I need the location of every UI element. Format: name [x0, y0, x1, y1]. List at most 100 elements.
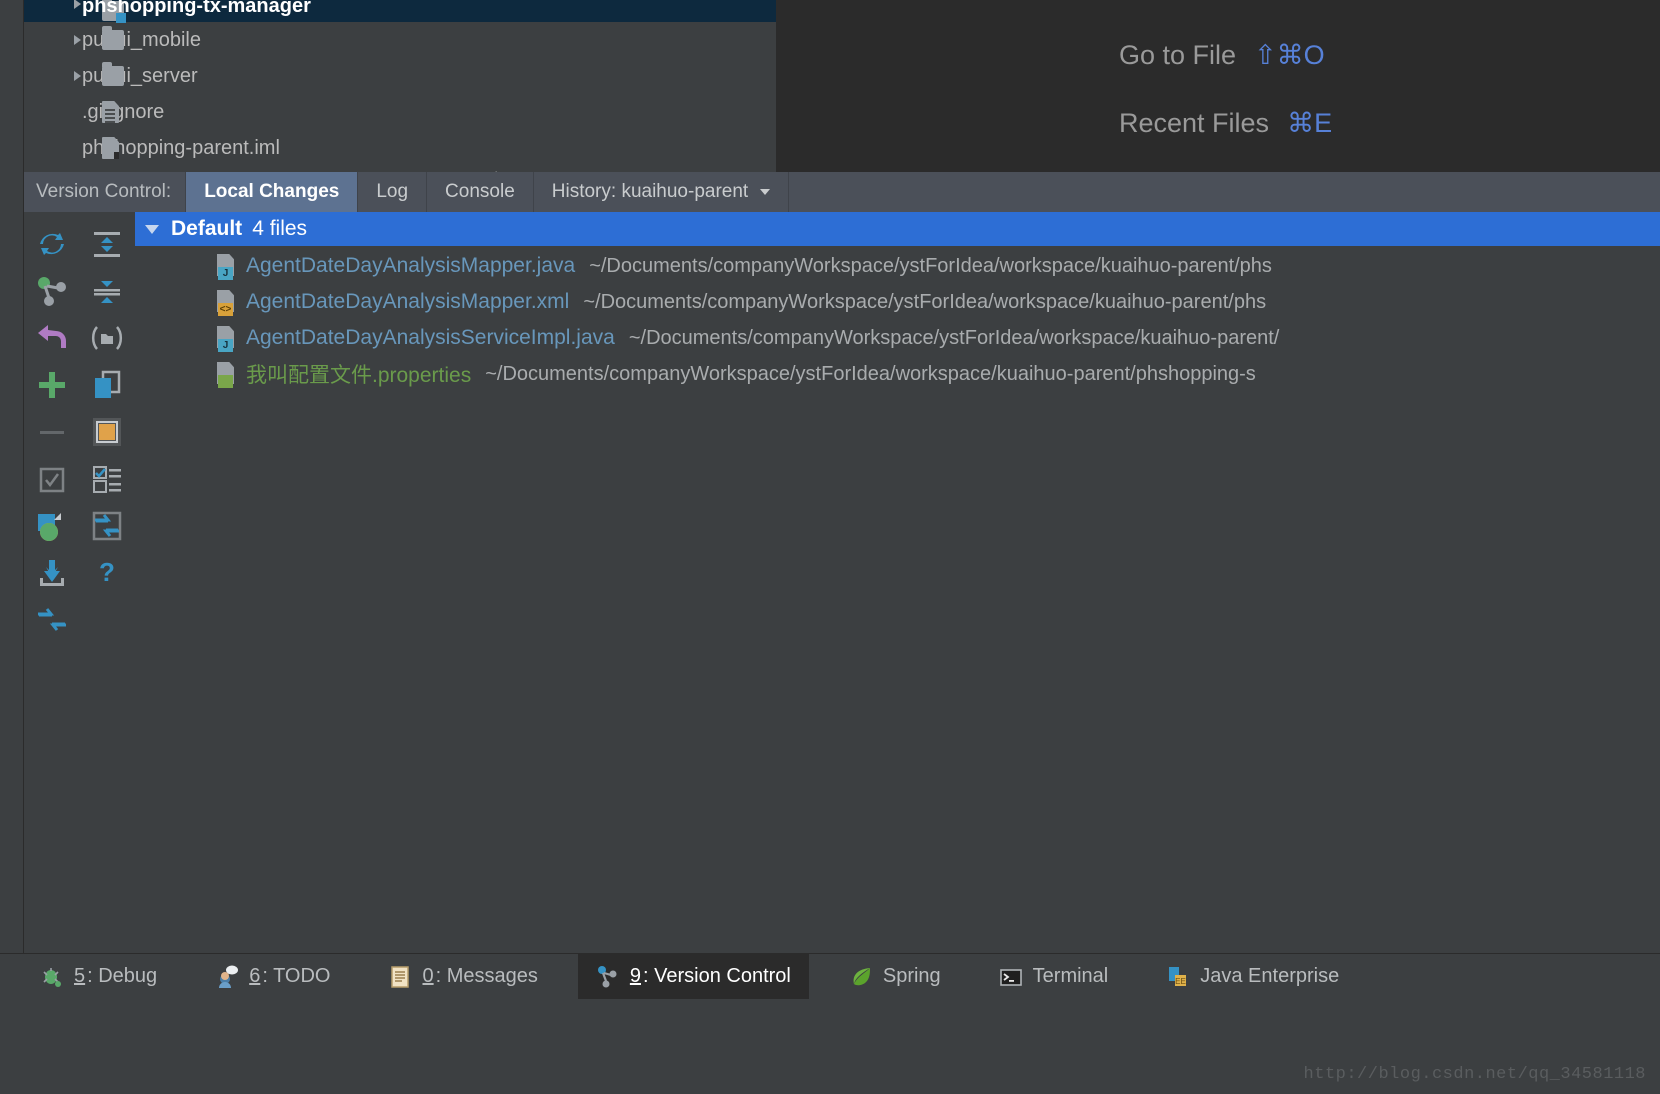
ide-window: phshopping-tx-manager puhui_mobile puhui… [0, 0, 1660, 1094]
group-by-branch-icon[interactable] [35, 274, 69, 308]
left-tool-strip-top [0, 0, 24, 172]
copy-icon[interactable] [90, 368, 124, 402]
edit-changelist-icon[interactable] [90, 462, 124, 496]
tree-item-label: .gitignore [82, 100, 165, 123]
vcs-branch-icon [596, 965, 620, 989]
ignore-files-icon[interactable] [90, 415, 124, 449]
hint-go-to-file: Go to File ⇧⌘O [1119, 40, 1325, 71]
changed-file-path: ~/Documents/companyWorkspace/ystForIdea/… [628, 326, 1280, 349]
java-file-icon: J [217, 326, 238, 352]
file-badge [218, 375, 233, 388]
expand-all-icon[interactable] [90, 227, 124, 261]
left-tool-strip: 2: Favorites ★ [0, 172, 24, 1094]
add-to-vcs-icon[interactable] [35, 368, 69, 402]
changes-list[interactable]: Default 4 files J AgentDateDayAnalysisMa… [135, 212, 1660, 953]
shelve-silently-icon[interactable] [35, 509, 69, 543]
tree-item-phshopping-tx-manager[interactable]: phshopping-tx-manager [24, 0, 776, 23]
move-to-another-changelist-icon[interactable] [90, 509, 124, 543]
debug-bug-icon [40, 965, 64, 989]
spring-leaf-icon [849, 965, 873, 989]
tab-label: History: kuaihuo-parent [551, 181, 749, 202]
tool-window-button-java-enterprise[interactable]: EE Java Enterprise [1148, 954, 1357, 1000]
version-control-body: ? Default 4 files J AgentDateDayAnalysis… [24, 212, 1660, 953]
tab-console[interactable]: Console [426, 172, 533, 212]
version-control-tool-window: Version Control: Local Changes Log Conso… [24, 172, 1660, 953]
refresh-icon[interactable] [35, 227, 69, 261]
changelist-header-default[interactable]: Default 4 files [135, 212, 1660, 246]
tool-window-title: Version Control: [36, 181, 172, 202]
tool-window-button-debug[interactable]: 5 : Debug [22, 954, 175, 1000]
top-region: phshopping-tx-manager puhui_mobile puhui… [0, 0, 1660, 177]
tool-window-index: 9 [629, 965, 641, 987]
tool-window-bar: 5 : Debug 6 : TODO 0: Messages 9: Vers… [0, 953, 1660, 1000]
java-enterprise-icon: EE [1166, 965, 1190, 989]
tree-item-label: puhui_mobile [82, 28, 201, 51]
tab-log[interactable]: Log [357, 172, 426, 212]
changed-file-row[interactable]: 我叫配置文件.properties ~/Documents/companyWor… [135, 356, 1660, 392]
changed-file-name: 我叫配置文件.properties [246, 364, 472, 387]
hint-shortcut: ⌘E [1287, 108, 1333, 138]
footer-area: http://blog.csdn.net/qq_34581118 [0, 999, 1660, 1094]
tool-window-label: : Messages [435, 965, 538, 987]
tab-history[interactable]: History: kuaihuo-parent [532, 172, 788, 212]
hint-label: Go to File [1119, 40, 1237, 70]
chevron-right-icon[interactable] [74, 0, 81, 9]
tool-window-button-version-control[interactable]: 9 : Version Control [577, 953, 809, 1000]
tree-item-puhui-mobile[interactable]: puhui_mobile [24, 22, 776, 58]
iml-file-icon [102, 137, 119, 159]
svg-text:EE: EE [1175, 977, 1186, 986]
tool-window-button-terminal[interactable]: Terminal [981, 954, 1127, 1000]
chevron-down-icon[interactable] [145, 224, 159, 234]
file-badge: <> [218, 303, 233, 316]
hint-recent-files: Recent Files ⌘E [1119, 108, 1332, 139]
file-lines-glyph [105, 109, 115, 123]
project-tree-panel[interactable]: phshopping-tx-manager puhui_mobile puhui… [24, 0, 776, 177]
tab-bar-filler [788, 172, 1660, 212]
svg-text:?: ? [99, 557, 115, 587]
tab-label: Console [445, 181, 515, 202]
chevron-right-icon[interactable] [74, 35, 81, 45]
chevron-down-icon[interactable] [760, 189, 771, 195]
changed-file-row[interactable]: J AgentDateDayAnalysisMapper.java ~/Docu… [135, 248, 1660, 284]
set-active-changelist-icon[interactable] [35, 462, 69, 496]
file-badge: J [218, 339, 233, 352]
changelist-file-count: 4 files [252, 217, 308, 240]
properties-file-icon [217, 362, 238, 388]
tool-window-index: 0 [422, 965, 434, 987]
tool-window-index: 5 [74, 965, 86, 987]
tool-window-label: Terminal [1032, 965, 1109, 987]
collapse-selection-icon[interactable] [35, 603, 69, 637]
tree-item-phshopping-parent-iml[interactable]: phshopping-parent.iml [24, 130, 776, 166]
rollback-icon[interactable] [35, 321, 69, 355]
folder-icon [102, 62, 124, 86]
tab-local-changes[interactable]: Local Changes [185, 172, 358, 212]
tree-item-puhui-server[interactable]: puhui_server [24, 58, 776, 94]
collapse-all-icon[interactable] [90, 274, 124, 308]
changed-file-row[interactable]: <> AgentDateDayAnalysisMapper.xml ~/Docu… [135, 284, 1660, 320]
tool-window-index: 6 [249, 965, 261, 987]
version-control-tab-bar: Version Control: Local Changes Log Conso… [24, 172, 1660, 212]
watermark-text: http://blog.csdn.net/qq_34581118 [1303, 1065, 1646, 1084]
changed-file-row[interactable]: J AgentDateDayAnalysisServiceImpl.java ~… [135, 320, 1660, 356]
hint-label: Recent Files [1119, 108, 1270, 138]
chevron-right-icon[interactable] [74, 71, 81, 81]
changed-file-name: AgentDateDayAnalysisServiceImpl.java [246, 326, 615, 349]
messages-icon [388, 965, 412, 989]
tool-window-label: : TODO [262, 965, 331, 987]
file-icon [102, 101, 119, 123]
tab-label: Log [376, 181, 409, 202]
tool-window-button-messages[interactable]: 0 : Messages [370, 954, 555, 1000]
tree-item-gitignore[interactable]: .gitignore [24, 94, 776, 130]
changed-file-name: AgentDateDayAnalysisMapper.java [246, 254, 576, 277]
tool-window-button-spring[interactable]: Spring [831, 954, 959, 1000]
tool-window-button-todo[interactable]: 6 : TODO [197, 954, 348, 1000]
tool-window-label: Java Enterprise [1200, 965, 1340, 987]
tool-window-label: Spring [882, 965, 941, 987]
tree-item-label: phshopping-tx-manager [82, 0, 311, 17]
get-from-vcs-icon[interactable] [35, 556, 69, 590]
remove-changelist-icon[interactable] [35, 415, 69, 449]
tab-label: Local Changes [204, 181, 340, 202]
show-directories-icon[interactable] [90, 321, 124, 355]
xml-file-icon: <> [217, 290, 238, 316]
help-icon[interactable]: ? [90, 556, 124, 590]
